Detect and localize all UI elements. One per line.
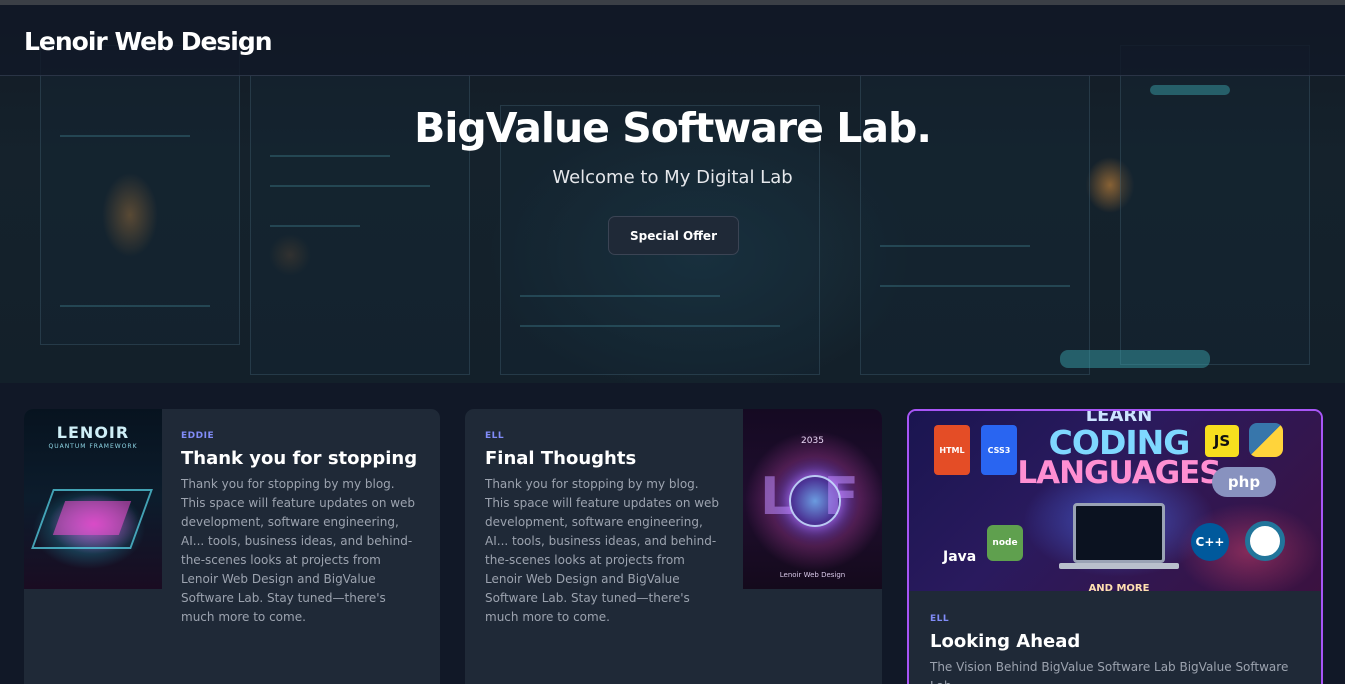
special-offer-button[interactable]: Special Offer bbox=[608, 216, 739, 255]
post-title[interactable]: Thank you for stopping bbox=[181, 448, 421, 469]
post-content: ELL Final Thoughts Thank you for stoppin… bbox=[485, 431, 725, 627]
thumbnail-subtitle: QUANTUM FRAMEWORK bbox=[48, 443, 138, 450]
nodejs-icon: node bbox=[987, 525, 1023, 561]
hero-bg-code-line bbox=[880, 285, 1070, 287]
hero-bg-code-line bbox=[520, 295, 720, 297]
thumbnail-heading-line2: LANGUAGES bbox=[1017, 455, 1221, 491]
post-excerpt: Thank you for stopping by my blog. This … bbox=[181, 477, 416, 624]
thumbnail-caption: Lenoir Web Design bbox=[779, 571, 846, 579]
laptop-base-graphic bbox=[1059, 563, 1179, 569]
top-navbar: Lenoir Web Design bbox=[0, 5, 1345, 76]
hero-bg-glow bbox=[1150, 85, 1230, 95]
post-author: ELL bbox=[930, 614, 950, 624]
blog-post-card[interactable]: ELL Final Thoughts Thank you for stoppin… bbox=[465, 409, 882, 684]
post-author: ELL bbox=[485, 431, 505, 441]
hero-bg-code-line bbox=[880, 245, 1030, 247]
laptop-graphic bbox=[1073, 503, 1165, 563]
thumbnail-bottom-text: AND MORE bbox=[1088, 583, 1150, 591]
hero-title: BigValue Software Lab. bbox=[414, 104, 932, 152]
post-thumbnail[interactable]: LENOIR QUANTUM FRAMEWORK bbox=[24, 409, 162, 589]
hero-bg-code-line bbox=[520, 325, 780, 327]
html5-icon: HTML bbox=[934, 425, 970, 475]
hero-bg-code-line bbox=[270, 225, 360, 227]
post-content: EDDIE Thank you for stopping Thank you f… bbox=[181, 431, 421, 627]
post-author: EDDIE bbox=[181, 431, 215, 441]
hero-bg-code-line bbox=[60, 305, 210, 307]
post-thumbnail[interactable]: LEARN CODING LANGUAGES HTML CSS3 JS php … bbox=[909, 411, 1321, 591]
thumbnail-year: 2035 bbox=[801, 436, 824, 446]
python-icon bbox=[1249, 423, 1283, 457]
post-title[interactable]: Final Thoughts bbox=[485, 448, 725, 469]
thumbnail-orb-graphic bbox=[789, 475, 841, 527]
cpp-icon: C++ bbox=[1191, 523, 1229, 561]
post-excerpt: Thank you for stopping by my blog. This … bbox=[485, 477, 720, 624]
java-icon: Java bbox=[943, 549, 977, 565]
post-title[interactable]: Looking Ahead bbox=[930, 631, 1310, 652]
post-content: ELL Looking Ahead The Vision Behind BigV… bbox=[930, 614, 1310, 684]
php-icon: php bbox=[1212, 467, 1276, 497]
site-brand-link[interactable]: Lenoir Web Design bbox=[24, 27, 273, 56]
hero-subtitle: Welcome to My Digital Lab bbox=[552, 167, 793, 188]
thumbnail-core-graphic bbox=[52, 501, 132, 535]
wordpress-icon bbox=[1245, 521, 1285, 561]
post-excerpt: The Vision Behind BigValue Software Lab … bbox=[930, 660, 1289, 684]
blog-post-card[interactable]: LENOIR QUANTUM FRAMEWORK EDDIE Thank you… bbox=[24, 409, 440, 684]
hero-bg-screen bbox=[40, 45, 240, 345]
hero-bg-glow bbox=[1060, 350, 1210, 368]
post-thumbnail[interactable]: 2035 L F Lenoir Web Design bbox=[743, 409, 882, 589]
css3-icon: CSS3 bbox=[981, 425, 1017, 475]
blog-post-card-highlighted[interactable]: LEARN CODING LANGUAGES HTML CSS3 JS php … bbox=[907, 409, 1323, 684]
thumbnail-title: LENOIR bbox=[56, 423, 130, 442]
hero-bg-code-line bbox=[270, 155, 390, 157]
javascript-icon: JS bbox=[1205, 425, 1239, 457]
